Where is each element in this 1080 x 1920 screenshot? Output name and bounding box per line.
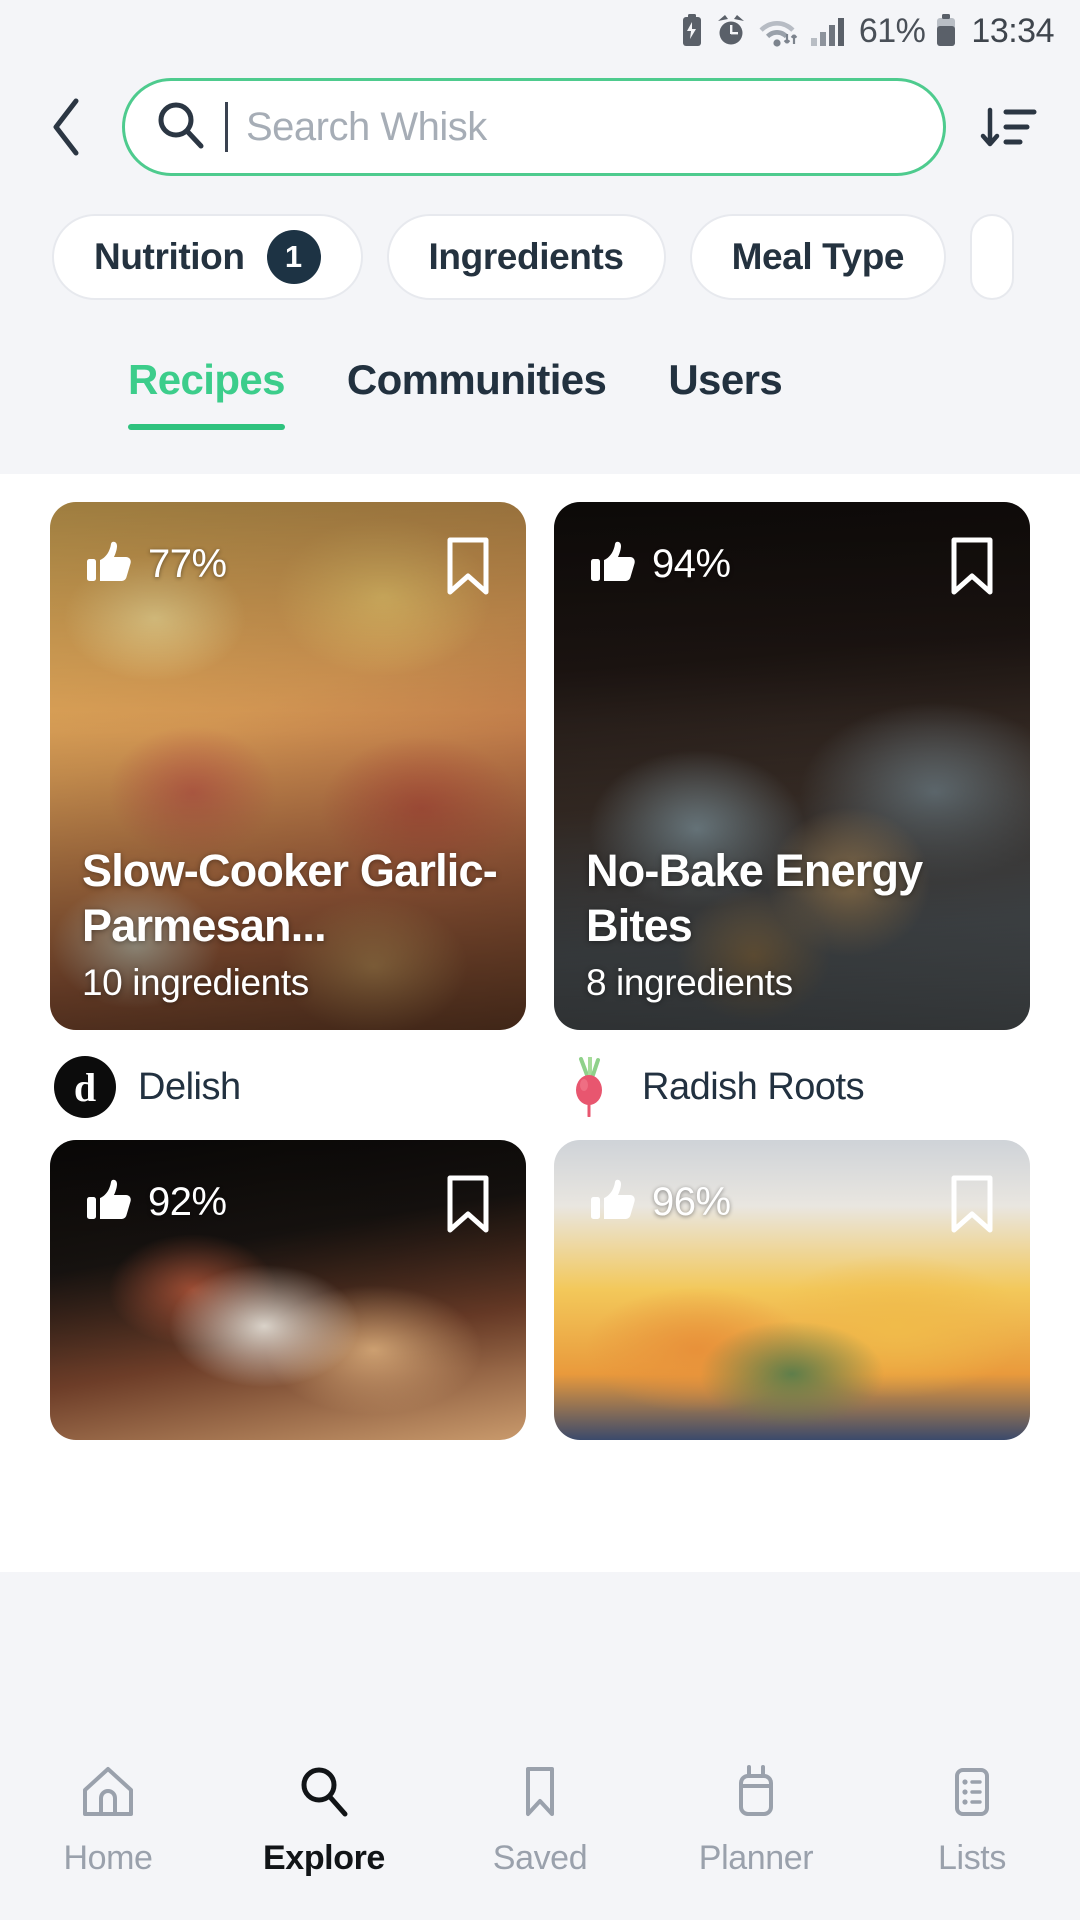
wifi-icon bbox=[757, 14, 801, 48]
filter-chip-badge: 1 bbox=[266, 230, 321, 284]
nav-label: Lists bbox=[938, 1839, 1006, 1877]
tab-communities[interactable]: Communities bbox=[346, 356, 607, 430]
text-caret bbox=[225, 102, 228, 152]
nav-label: Saved bbox=[492, 1839, 588, 1877]
tab-active-indicator bbox=[128, 424, 285, 430]
list-icon bbox=[943, 1764, 1001, 1825]
recipe-card-text: Slow-Cooker Garlic-Parmesan... 10 ingred… bbox=[82, 844, 500, 1004]
nav-item-lists[interactable]: Lists bbox=[864, 1764, 1080, 1878]
thumbs-up-icon bbox=[590, 1178, 636, 1227]
search-icon bbox=[295, 1764, 353, 1825]
rating-value: 94% bbox=[652, 542, 731, 586]
recipe-grid: 77% Slow-Cooker Garlic-Parmesan... 10 in… bbox=[50, 502, 1030, 1462]
recipe-card[interactable]: 92% bbox=[50, 1140, 526, 1440]
bookmark-icon bbox=[511, 1764, 569, 1825]
bookmark-icon[interactable] bbox=[948, 1174, 996, 1239]
recipe-card-image[interactable]: 96% bbox=[554, 1140, 1030, 1440]
bookmark-icon[interactable] bbox=[444, 536, 492, 601]
rating-badge: 92% bbox=[86, 1178, 227, 1227]
nav-item-home[interactable]: Home bbox=[0, 1764, 216, 1878]
recipe-ingredient-count: 8 ingredients bbox=[586, 962, 793, 1003]
tab-label: Users bbox=[668, 356, 783, 403]
rating-badge: 96% bbox=[590, 1178, 731, 1227]
rating-value: 96% bbox=[652, 1180, 731, 1224]
nav-label: Explore bbox=[263, 1839, 385, 1877]
filter-chip-ingredients[interactable]: Ingredients bbox=[386, 214, 666, 300]
recipe-card-image[interactable]: 94% No-Bake Energy Bites 8 ingredients bbox=[554, 502, 1030, 1030]
nav-item-planner[interactable]: Planner bbox=[648, 1764, 864, 1878]
search-input[interactable]: Search Whisk bbox=[122, 78, 946, 176]
bookmark-icon[interactable] bbox=[444, 1174, 492, 1239]
battery-percent: 61% bbox=[858, 11, 926, 50]
recipe-card-image[interactable]: 77% Slow-Cooker Garlic-Parmesan... 10 in… bbox=[50, 502, 526, 1030]
tab-active-indicator bbox=[668, 424, 782, 430]
nav-label: Home bbox=[63, 1839, 153, 1877]
recipe-title: Slow-Cooker Garlic-Parmesan... bbox=[82, 845, 498, 952]
filter-chip-label: Ingredients bbox=[428, 236, 624, 277]
home-icon bbox=[79, 1764, 137, 1825]
recipe-card[interactable]: 96% bbox=[554, 1140, 1030, 1440]
author-name: Delish bbox=[138, 1065, 241, 1108]
sort-button[interactable] bbox=[974, 92, 1044, 162]
thumbs-up-icon bbox=[86, 1178, 132, 1227]
recipe-card-text: No-Bake Energy Bites 8 ingredients bbox=[586, 844, 1004, 1004]
alarm-icon bbox=[715, 14, 747, 48]
filter-chip-label: Nutrition bbox=[94, 236, 245, 277]
search-header: Search Whisk bbox=[0, 62, 1080, 192]
filter-chips: Nutrition 1 Ingredients Meal Type bbox=[0, 192, 1080, 322]
back-button[interactable] bbox=[36, 95, 100, 159]
recipe-card[interactable]: 94% No-Bake Energy Bites 8 ingredients R… bbox=[554, 502, 1030, 1118]
battery-icon bbox=[935, 14, 957, 48]
recipe-results: 77% Slow-Cooker Garlic-Parmesan... 10 in… bbox=[0, 474, 1080, 1572]
tab-label: Communities bbox=[346, 356, 607, 403]
recipe-card-image[interactable]: 92% bbox=[50, 1140, 526, 1440]
tab-label: Recipes bbox=[128, 356, 285, 403]
calendar-icon bbox=[727, 1764, 785, 1825]
clock: 13:34 bbox=[971, 11, 1054, 50]
avatar: d bbox=[54, 1056, 116, 1118]
thumbs-up-icon bbox=[86, 540, 132, 589]
rating-value: 92% bbox=[148, 1180, 227, 1224]
recipe-author[interactable]: Radish Roots bbox=[554, 1030, 1030, 1118]
search-placeholder: Search Whisk bbox=[246, 104, 487, 149]
author-name: Radish Roots bbox=[642, 1065, 865, 1108]
recipe-title: No-Bake Energy Bites bbox=[586, 845, 923, 952]
filter-chip-label: Meal Type bbox=[731, 236, 905, 277]
nav-label: Planner bbox=[698, 1839, 814, 1877]
bookmark-icon[interactable] bbox=[948, 536, 996, 601]
tab-users[interactable]: Users bbox=[668, 356, 782, 430]
search-result-tabs: Recipes Communities Users bbox=[0, 322, 1080, 474]
nav-item-saved[interactable]: Saved bbox=[432, 1764, 648, 1878]
status-bar: 61% 13:34 bbox=[0, 0, 1080, 62]
recipe-card[interactable]: 77% Slow-Cooker Garlic-Parmesan... 10 in… bbox=[50, 502, 526, 1118]
bottom-navigation: Home Explore Saved Planner Lists bbox=[0, 1738, 1080, 1920]
radish-icon bbox=[558, 1056, 620, 1118]
thumbs-up-icon bbox=[590, 540, 636, 589]
tab-active-indicator bbox=[347, 424, 606, 430]
rating-badge: 77% bbox=[86, 540, 227, 589]
rating-value: 77% bbox=[148, 542, 227, 586]
filter-chip-meal-type[interactable]: Meal Type bbox=[689, 214, 947, 300]
nav-item-explore[interactable]: Explore bbox=[216, 1764, 432, 1878]
search-icon bbox=[155, 99, 207, 156]
filter-chip-overflow[interactable] bbox=[970, 214, 1015, 300]
rating-badge: 94% bbox=[590, 540, 731, 589]
battery-saver-icon bbox=[679, 14, 705, 48]
tab-recipes[interactable]: Recipes bbox=[128, 356, 285, 430]
recipe-author[interactable]: d Delish bbox=[50, 1030, 526, 1118]
signal-icon bbox=[810, 14, 847, 48]
filter-chip-nutrition[interactable]: Nutrition 1 bbox=[52, 214, 363, 300]
recipe-ingredient-count: 10 ingredients bbox=[82, 962, 309, 1003]
